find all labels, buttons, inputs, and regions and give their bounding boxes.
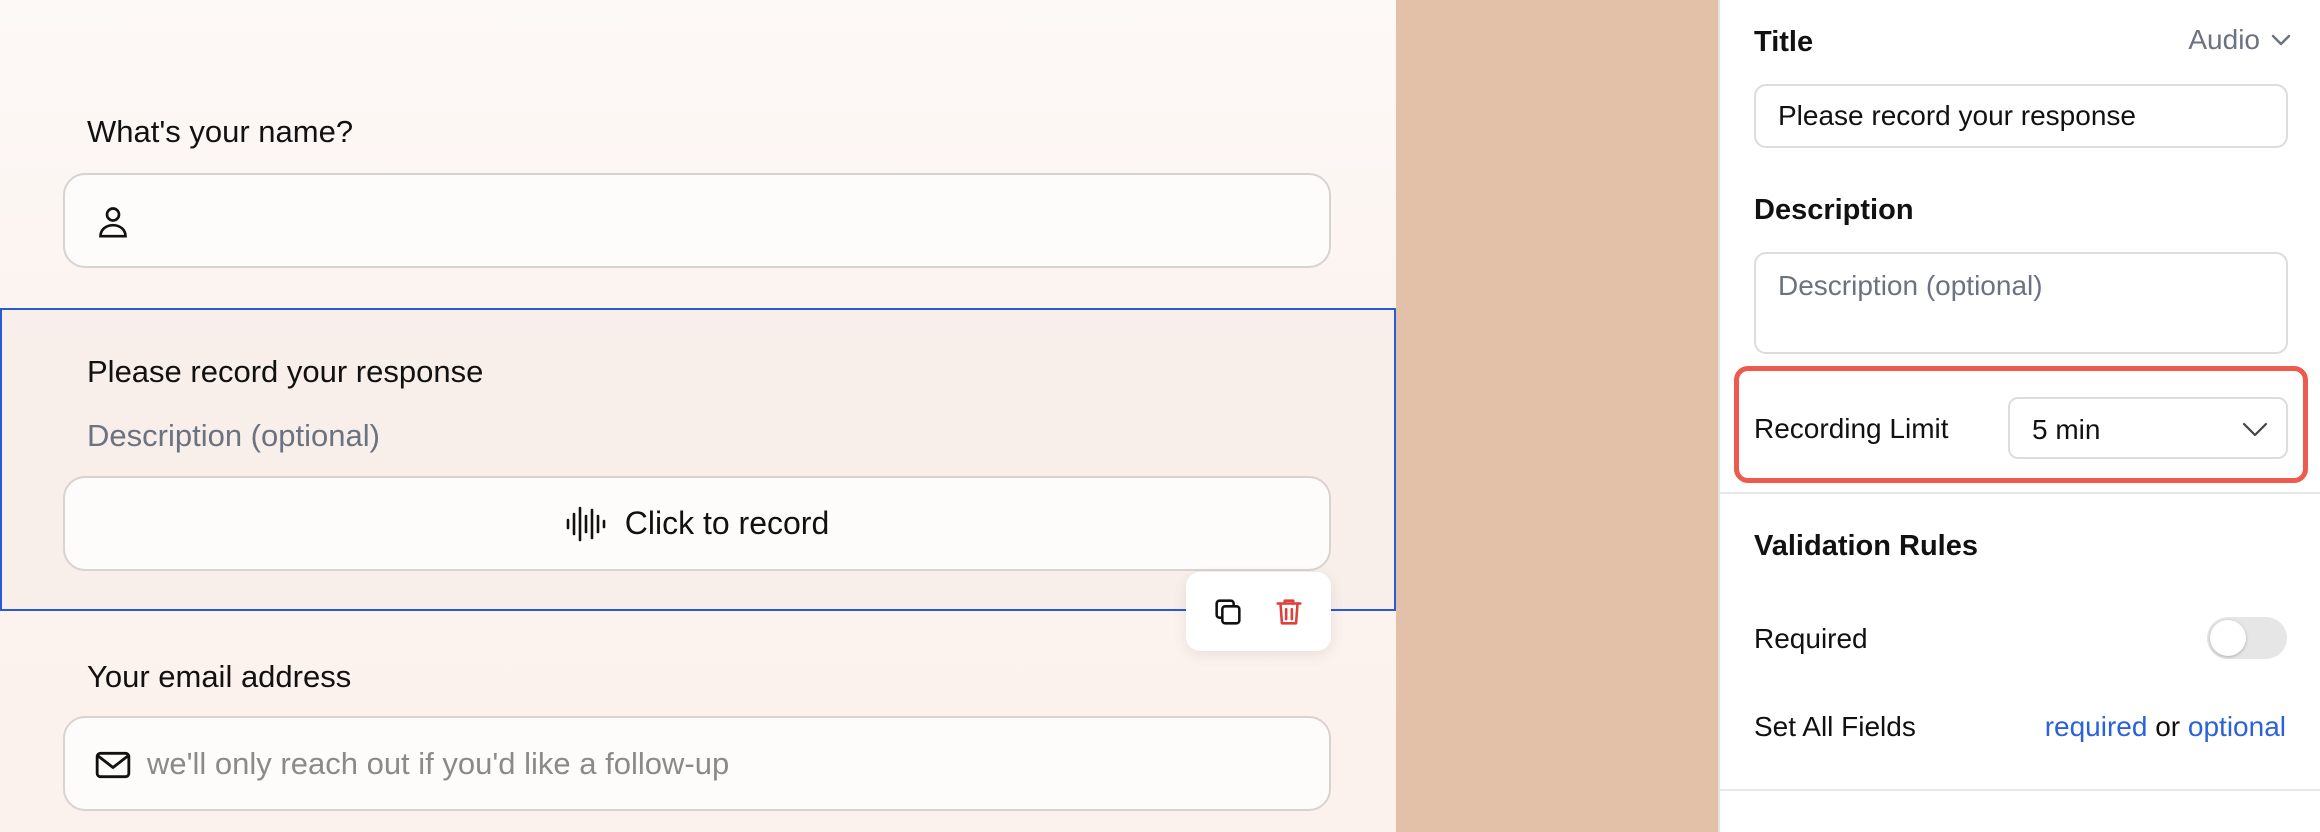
copy-icon <box>1215 598 1241 625</box>
set-all-optional-link[interactable]: optional <box>2188 711 2286 742</box>
person-icon <box>99 207 127 238</box>
section-divider <box>1720 789 2320 791</box>
recording-limit-value: 5 min <box>2032 414 2101 445</box>
description-label: Description <box>1754 194 1914 226</box>
set-all-required-link[interactable]: required <box>2045 711 2148 742</box>
audio-wave-icon <box>566 506 606 541</box>
chevron-down-icon <box>2271 34 2291 46</box>
audio-question-label[interactable]: Please record your response <box>87 354 483 390</box>
field-type-select[interactable]: Audio <box>2188 24 2292 56</box>
form-canvas: What's your name? Please record your res… <box>0 0 1396 832</box>
recording-limit-label: Recording Limit <box>1754 413 1949 444</box>
field-type-value: Audio <box>2188 24 2260 55</box>
chevron-down-icon <box>2242 422 2268 437</box>
section-divider <box>1720 492 2320 494</box>
name-question-label: What's your name? <box>87 114 354 149</box>
required-label: Required <box>1754 623 1868 654</box>
description-textarea[interactable]: Description (optional) <box>1754 252 2288 354</box>
mail-icon <box>95 751 131 779</box>
email-question-label: Your email address <box>87 659 352 694</box>
audio-question-description[interactable]: Description (optional) <box>87 418 380 454</box>
toggle-knob <box>2210 620 2246 656</box>
field-settings-panel: Title Audio Description Description (opt… <box>1718 0 2320 832</box>
recording-limit-select[interactable]: 5 min <box>2008 397 2288 459</box>
email-placeholder: we'll only reach out if you'd like a fol… <box>147 746 730 781</box>
duplicate-button[interactable] <box>1208 592 1248 632</box>
record-button[interactable]: Click to record <box>63 476 1331 571</box>
set-all-fields-label: Set All Fields <box>1754 711 1916 742</box>
delete-button[interactable] <box>1269 592 1309 632</box>
validation-rules-label: Validation Rules <box>1754 530 1978 562</box>
required-toggle[interactable] <box>2207 617 2287 659</box>
trash-icon <box>1276 598 1302 625</box>
set-all-or-text: or <box>2155 711 2181 742</box>
record-button-label: Click to record <box>624 505 830 541</box>
name-input[interactable] <box>63 173 1331 268</box>
set-all-links: required or optional <box>2045 711 2286 743</box>
title-input[interactable] <box>1754 84 2288 148</box>
title-label: Title <box>1754 26 1814 58</box>
email-input[interactable]: we'll only reach out if you'd like a fol… <box>63 716 1331 811</box>
block-action-toolbar <box>1186 572 1331 651</box>
